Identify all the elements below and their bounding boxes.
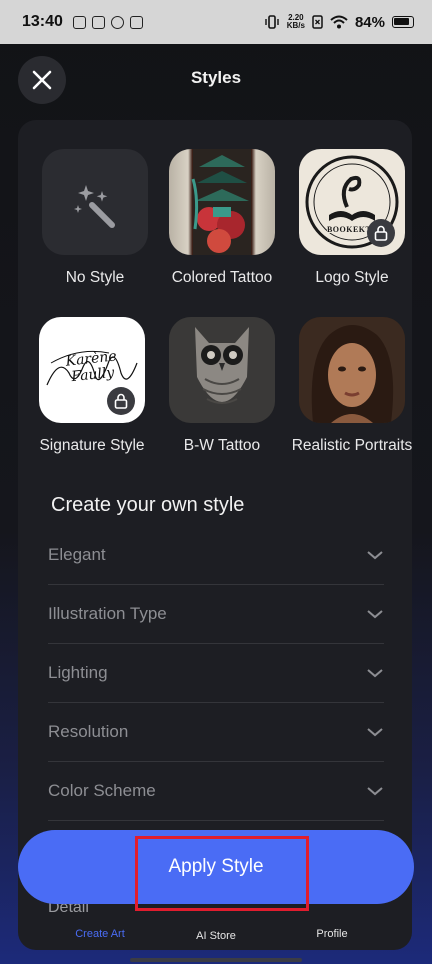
home-indicator [130,958,302,962]
option-label: Color Scheme [48,781,156,800]
lock-badge [367,219,395,247]
style-tile-bw-tattoo[interactable]: B-W Tattoo [157,317,287,455]
nav-label: AI Store [196,930,236,942]
chevron-down-icon [367,610,383,619]
style-label: B-W Tattoo [183,437,261,454]
pagoda-tattoo-image [191,149,251,255]
custom-style-title: Create your own style [51,494,245,516]
option-label: Elegant [48,545,106,564]
chevron-down-icon [367,551,383,560]
lock-icon [114,393,128,409]
battery-percent: 84% [354,13,385,31]
bw-tattoo-thumbnail [169,317,275,423]
sim-icon [312,15,323,29]
lock-icon [374,225,388,241]
option-label: Lighting [48,663,108,682]
nav-profile[interactable]: Profile [292,928,372,940]
colored-tattoo-thumbnail [169,149,275,255]
apply-style-button[interactable]: Apply Style [18,830,414,904]
option-row-elegant[interactable]: Elegant [48,526,384,585]
bottom-nav: Create Art AI Store Profile [18,908,412,954]
nav-label: Profile [316,928,348,940]
wifi-icon [330,15,348,29]
nav-ai-store[interactable]: AI Store [176,930,256,942]
portrait-image [299,317,405,423]
status-time: 13:40 [22,13,63,30]
option-label: Illustration Type [48,604,167,623]
signature-style-thumbnail: Karène Faully [39,317,145,423]
logo-style-thumbnail: BOOKEKTA [299,149,405,255]
style-tile-logo-style[interactable]: BOOKEKTA Logo Style [287,149,417,287]
magic-wand-icon [74,185,115,228]
style-tile-colored-tattoo[interactable]: Colored Tattoo [157,149,287,287]
app-notification-icon [91,15,105,29]
option-row-lighting[interactable]: Lighting [48,644,384,703]
realistic-portraits-thumbnail [299,317,405,423]
network-speed: 2.20 KB/s [286,13,305,30]
nav-create-art[interactable]: Create Art [60,928,140,940]
lock-badge [107,387,135,415]
sync-notification-icon [110,15,124,29]
option-row-resolution[interactable]: Resolution [48,703,384,762]
style-label: No Style [65,269,125,286]
owl-tattoo-image [169,317,275,423]
chevron-down-icon [367,787,383,796]
vibrate-icon [265,15,279,29]
style-label: Colored Tattoo [171,269,273,286]
settings-notification-icon [72,15,86,29]
style-label: Realistic Portraits [291,437,413,454]
style-tile-signature-style[interactable]: Karène Faully Signature Style [27,317,157,455]
chevron-down-icon [367,669,383,678]
page-title: Styles [190,68,242,87]
nav-label: Create Art [75,928,125,940]
battery-icon [392,16,414,28]
option-label: Resolution [48,722,129,741]
option-row-color-scheme[interactable]: Color Scheme [48,762,384,821]
style-tile-realistic-portraits[interactable]: Realistic Portraits [287,317,417,455]
status-bar: 13:40 2.20 KB/s 84% [0,0,432,44]
chevron-down-icon [367,728,383,737]
style-label: Signature Style [39,437,145,454]
no-style-thumbnail [42,149,148,255]
style-tile-no-style[interactable]: No Style [30,149,160,287]
image-notification-icon [129,15,143,29]
option-row-illustration-type[interactable]: Illustration Type [48,585,384,644]
apply-style-label: Apply Style [168,856,264,877]
style-label: Logo Style [315,269,389,286]
